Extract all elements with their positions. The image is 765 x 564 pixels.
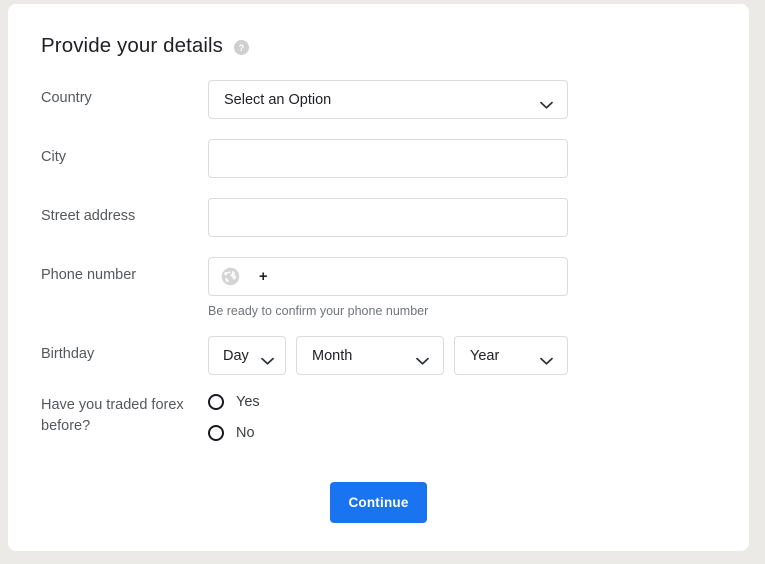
forex-experience-control: Yes No xyxy=(208,392,260,441)
forex-experience-label: Have you traded forex before? xyxy=(41,397,184,434)
birthday-month-select[interactable]: Month xyxy=(296,336,444,375)
details-form-card: Provide your details ? Country Select an… xyxy=(8,4,749,551)
page-title: Provide your details xyxy=(41,34,224,57)
help-circle-icon[interactable]: ? xyxy=(234,39,250,55)
birthday-control: Day Month Year xyxy=(208,336,568,375)
phone-number-input[interactable] xyxy=(271,268,555,285)
street-address-input[interactable] xyxy=(208,198,568,237)
chevron-down-icon xyxy=(261,352,274,365)
street-address-label: Street address xyxy=(41,208,136,224)
radio-unchecked-icon[interactable] xyxy=(208,394,224,410)
forex-option-no-label: No xyxy=(236,425,255,441)
phone-number-field[interactable]: + xyxy=(208,257,568,296)
city-label: City xyxy=(41,149,66,165)
phone-number-hint: Be ready to confirm your phone number xyxy=(208,304,429,318)
country-control: Select an Option xyxy=(208,80,568,119)
svg-text:?: ? xyxy=(239,42,245,52)
city-control xyxy=(208,139,568,178)
chevron-down-icon xyxy=(416,352,429,365)
field-row-country: Country Select an Option xyxy=(41,80,568,119)
field-row-birthday: Birthday Day Month Year xyxy=(41,336,568,375)
phone-country-prefix: + xyxy=(259,268,268,285)
field-row-phone: Phone number + Be ready to confirm your … xyxy=(41,257,568,318)
field-row-city: City xyxy=(41,139,568,178)
country-label: Country xyxy=(41,90,92,106)
globe-icon[interactable] xyxy=(221,267,240,286)
forex-option-yes-label: Yes xyxy=(236,394,260,410)
field-row-forex-experience: Have you traded forex before? Yes No xyxy=(41,392,260,441)
page-header: Provide your details ? xyxy=(41,34,250,58)
country-select[interactable]: Select an Option xyxy=(208,80,568,119)
field-row-street: Street address xyxy=(41,198,568,237)
phone-number-label: Phone number xyxy=(41,267,137,283)
chevron-down-icon xyxy=(540,96,553,109)
phone-number-control: + Be ready to confirm your phone number xyxy=(208,257,568,318)
chevron-down-icon xyxy=(540,352,553,365)
birthday-year-select[interactable]: Year xyxy=(454,336,568,375)
radio-unchecked-icon[interactable] xyxy=(208,425,224,441)
birthday-day-value: Day xyxy=(223,347,249,364)
city-input[interactable] xyxy=(208,139,568,178)
birthday-month-value: Month xyxy=(312,347,353,364)
forex-experience-radio-group: Yes No xyxy=(208,392,260,441)
street-address-control xyxy=(208,198,568,237)
birthday-label: Birthday xyxy=(41,346,95,362)
country-select-value: Select an Option xyxy=(224,91,332,108)
submit-row: Continue xyxy=(8,482,749,523)
birthday-year-value: Year xyxy=(470,347,500,364)
continue-button[interactable]: Continue xyxy=(330,482,427,523)
birthday-selects: Day Month Year xyxy=(208,336,568,375)
forex-option-yes[interactable]: Yes xyxy=(208,394,260,410)
birthday-day-select[interactable]: Day xyxy=(208,336,286,375)
forex-option-no[interactable]: No xyxy=(208,425,260,441)
